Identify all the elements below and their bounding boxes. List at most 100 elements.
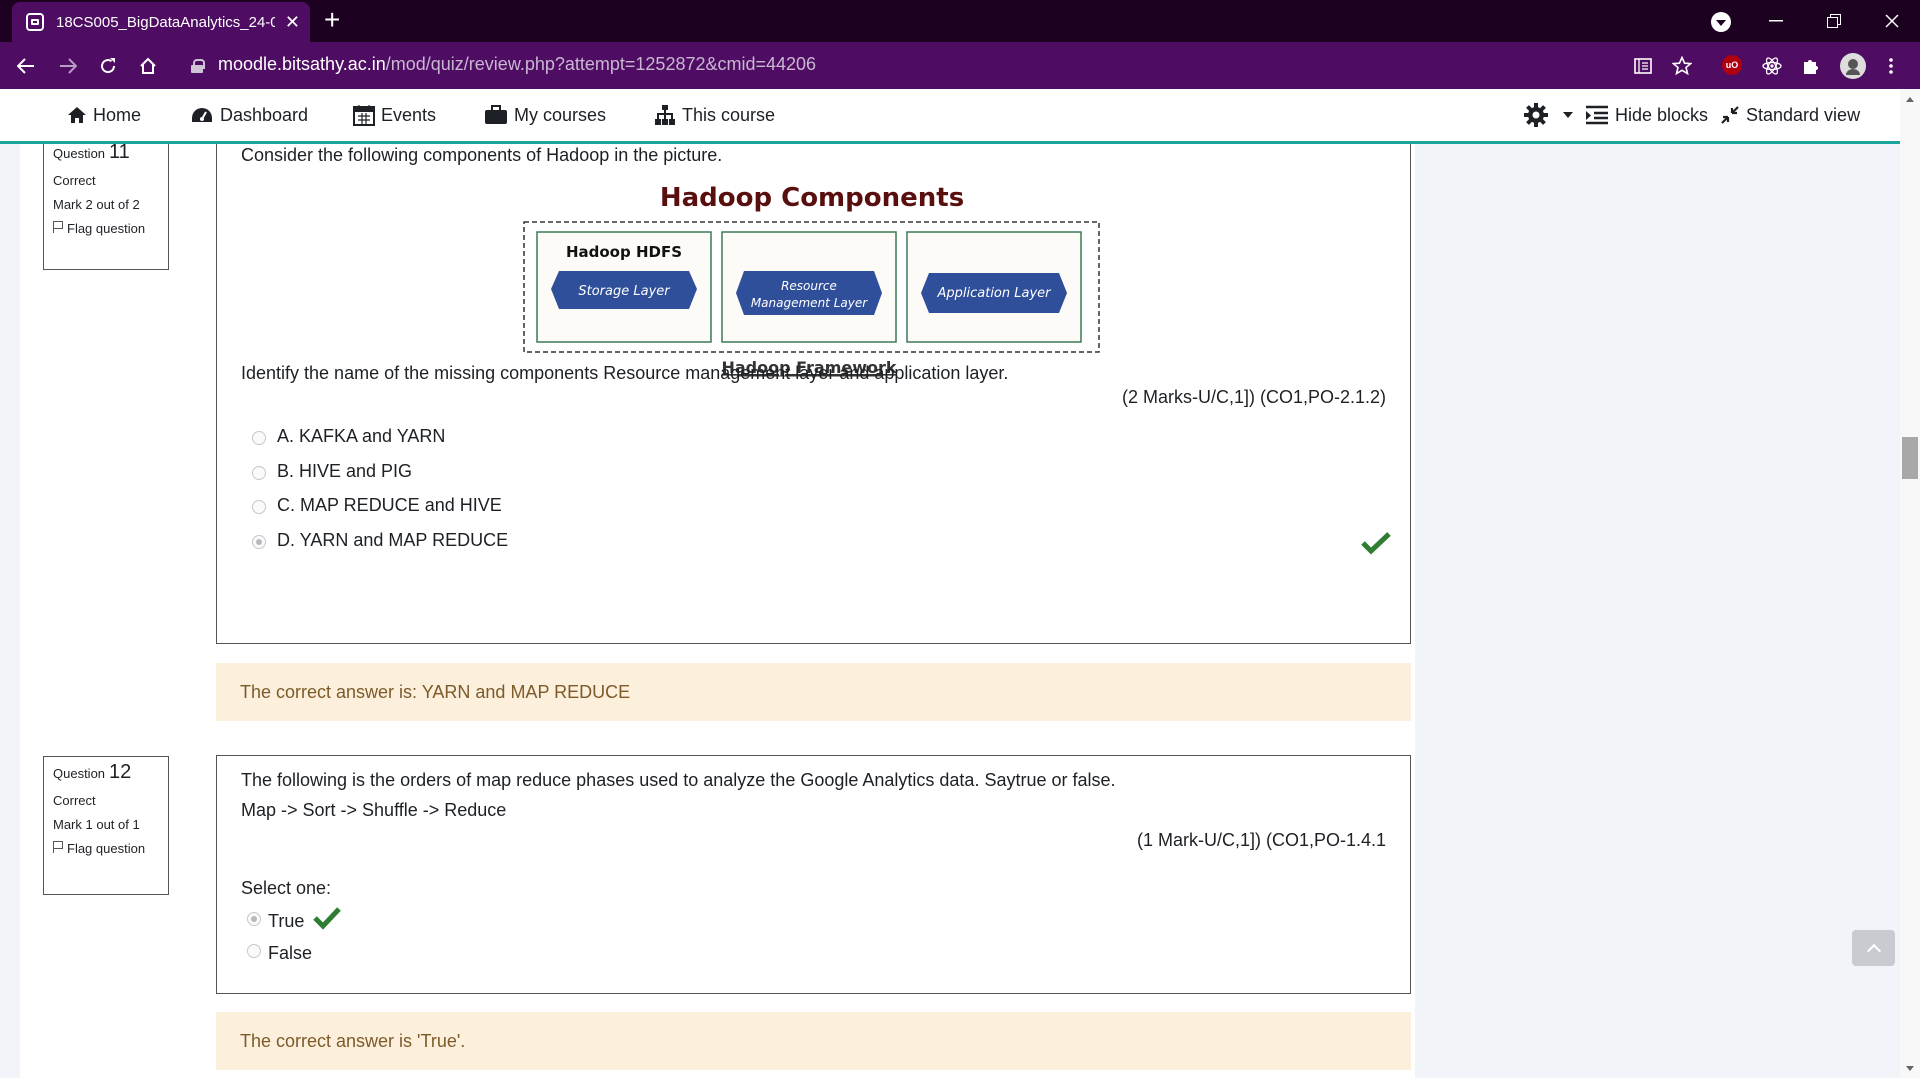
question-sequence: Map -> Sort -> Shuffle -> Reduce: [241, 800, 507, 820]
hdfs-label: Hadoop HDFS: [566, 243, 682, 261]
option-true-label[interactable]: True: [268, 911, 304, 932]
tab-close-button[interactable]: ✕: [285, 12, 300, 33]
correct-check-icon: [1361, 532, 1391, 555]
back-to-top-button[interactable]: [1852, 930, 1895, 966]
reload-button[interactable]: [92, 50, 124, 82]
question-11-feedback: The correct answer is: YARN and MAP REDU…: [216, 663, 1411, 721]
standard-view-button[interactable]: Standard view: [1720, 89, 1860, 141]
url-path: /mod/quiz/review.php?attempt=1252872&cmi…: [385, 54, 817, 74]
hadoop-components-figure: Hadoop Components Hadoop HDFS Storage La…: [523, 183, 1100, 377]
profile-avatar-icon[interactable]: [1840, 53, 1866, 79]
select-one-label: Select one:: [241, 878, 332, 898]
flag-icon: [53, 221, 63, 233]
page-scrollbar[interactable]: [1900, 89, 1920, 1078]
nav-dashboard-label: Dashboard: [220, 104, 309, 125]
react-extension-icon[interactable]: [1761, 55, 1783, 77]
back-button[interactable]: [10, 50, 42, 82]
moodle-favicon-icon: [26, 13, 44, 31]
standard-view-label: Standard view: [1746, 104, 1861, 125]
question-12-content: The following is the orders of map reduc…: [216, 755, 1411, 994]
question-instruction: Identify the name of the missing compone…: [241, 363, 1009, 383]
reader-mode-icon[interactable]: [1632, 55, 1654, 77]
flag-question-button[interactable]: Flag question: [53, 221, 160, 237]
home-icon: [68, 107, 86, 123]
flag-question-label: Flag question: [67, 221, 146, 236]
question-number: 12: [109, 761, 132, 783]
nav-this-course[interactable]: This course: [654, 89, 775, 141]
briefcase-icon: [485, 105, 507, 124]
option-false-radio[interactable]: [247, 944, 261, 958]
blocks-region: [1415, 144, 1900, 1078]
nav-events[interactable]: Events: [353, 89, 436, 141]
option-b-label[interactable]: B. HIVE and PIG: [277, 461, 412, 482]
ublock-extension-icon[interactable]: uO: [1722, 55, 1742, 75]
sitemap-icon: [655, 105, 675, 125]
nav-this-course-label: This course: [682, 104, 776, 125]
flag-question-label: Flag question: [67, 841, 146, 856]
option-d-radio[interactable]: [252, 535, 266, 549]
browser-menu-icon[interactable]: [1880, 55, 1902, 77]
dashboard-gauge-icon: [192, 108, 212, 122]
gear-icon: [1524, 103, 1548, 127]
application-layer-label: Application Layer: [936, 286, 1052, 301]
bookmark-star-icon[interactable]: [1671, 55, 1693, 77]
question-number: 11: [109, 144, 130, 163]
minimize-button[interactable]: [1748, 0, 1804, 42]
question-11-content: Consider the following components of Had…: [216, 144, 1411, 644]
flag-icon: [53, 841, 63, 853]
scroll-up-arrow-icon[interactable]: [1906, 97, 1914, 102]
question-state: Correct: [53, 173, 96, 188]
question-marks-info: (2 Marks-U/C,1]) (CO1,PO-2.1.2): [1121, 387, 1386, 407]
settings-menu[interactable]: [1523, 89, 1573, 141]
option-a-label[interactable]: A. KAFKA and YARN: [277, 426, 445, 447]
flag-question-button[interactable]: Flag question: [53, 841, 160, 857]
resource-layer-label-1: Resource: [781, 279, 837, 293]
home-icon[interactable]: [132, 50, 164, 82]
scrollbar-thumb[interactable]: [1902, 437, 1918, 479]
question-label: Question: [53, 146, 106, 161]
option-b-radio[interactable]: [252, 466, 266, 480]
question-state: Correct: [53, 793, 96, 808]
chevron-down-icon: [1563, 112, 1573, 118]
option-false-label[interactable]: False: [268, 943, 312, 964]
option-d-label[interactable]: D. YARN and MAP REDUCE: [277, 530, 508, 551]
hide-blocks-button[interactable]: Hide blocks: [1585, 89, 1708, 141]
nav-my-courses-label: My courses: [514, 104, 607, 125]
question-marks-info: (1 Mark-U/C,1]) (CO1,PO-1.4.1: [1136, 830, 1386, 850]
nav-dashboard[interactable]: Dashboard: [190, 89, 308, 141]
forward-button[interactable]: [52, 50, 84, 82]
nav-home-label: Home: [93, 104, 142, 125]
moodle-navbar: Home Dashboard Events My courses This co…: [0, 89, 1900, 144]
close-window-button[interactable]: [1864, 0, 1920, 42]
url-field[interactable]: moodle.bitsathy.ac.in/mod/quiz/review.ph…: [218, 54, 816, 75]
scroll-down-arrow-icon[interactable]: [1906, 1066, 1914, 1071]
correct-check-icon: [313, 907, 341, 930]
nav-home[interactable]: Home: [67, 89, 141, 141]
url-host: moodle.bitsathy.ac.in: [218, 54, 386, 74]
compress-arrows-icon: [1721, 106, 1739, 124]
question-12-feedback: The correct answer is 'True'.: [216, 1012, 1411, 1070]
question-12-info: Question 12 Correct Mark 1 out of 1 Flag …: [43, 756, 169, 895]
calendar-icon: [353, 105, 375, 126]
browser-tab-active[interactable]: 18CS005_BigDataAnalytics_24-09 ✕: [12, 2, 310, 42]
question-11-info: Question 11 Correct Mark 2 out of 2 Flag …: [43, 144, 169, 270]
restore-button[interactable]: [1806, 0, 1862, 42]
browser-tab-strip: 18CS005_BigDataAnalytics_24-09 ✕ +: [0, 0, 1920, 42]
tab-search-icon[interactable]: [1711, 12, 1731, 32]
option-true-radio[interactable]: [247, 912, 261, 926]
extensions-puzzle-icon[interactable]: [1800, 55, 1822, 77]
option-a-radio[interactable]: [252, 431, 266, 445]
left-margin: [0, 144, 20, 1078]
lock-icon[interactable]: [191, 59, 205, 73]
list-outdent-icon: [1586, 105, 1608, 125]
new-tab-button[interactable]: +: [324, 6, 340, 34]
hide-blocks-label: Hide blocks: [1615, 104, 1709, 125]
tab-title: 18CS005_BigDataAnalytics_24-09: [56, 13, 275, 31]
question-mark: Mark 1 out of 1: [53, 817, 140, 832]
question-text: The following is the orders of map reduc…: [241, 770, 1116, 790]
nav-my-courses[interactable]: My courses: [484, 89, 606, 141]
option-c-radio[interactable]: [252, 500, 266, 514]
nav-events-label: Events: [381, 104, 437, 125]
question-label: Question: [53, 766, 106, 781]
option-c-label[interactable]: C. MAP REDUCE and HIVE: [277, 495, 502, 516]
